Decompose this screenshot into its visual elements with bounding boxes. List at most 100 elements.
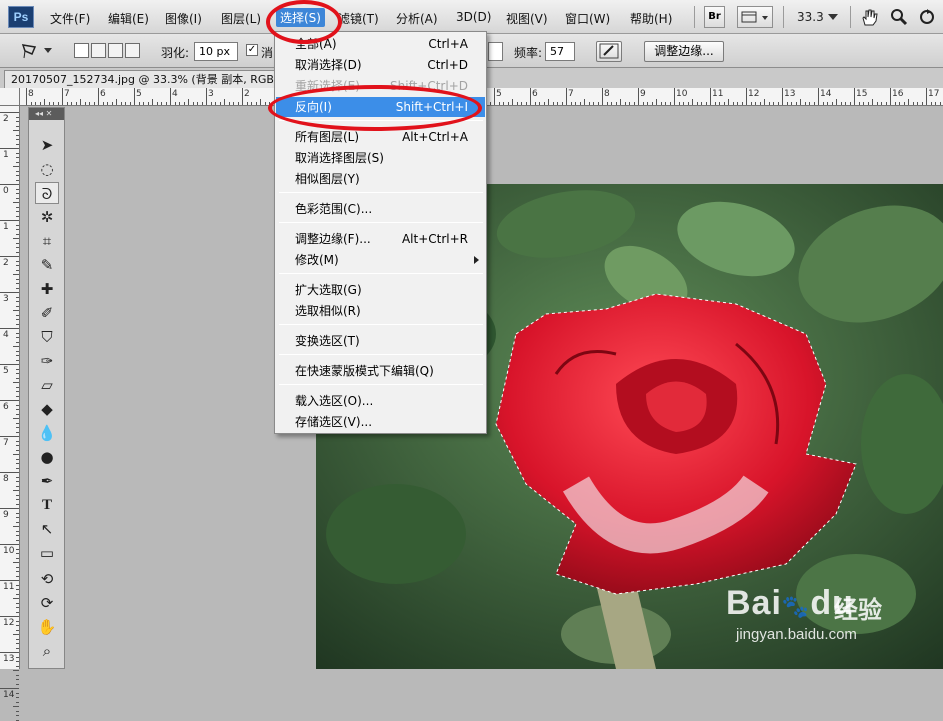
ruler-tick-label: 7	[568, 89, 574, 99]
healing-brush-tool-icon[interactable]: ✚	[35, 278, 59, 300]
ruler-tick	[16, 314, 19, 316]
pen-pressure-button[interactable]	[596, 41, 622, 62]
menu-filter[interactable]: 滤镜(T)	[338, 10, 379, 27]
ruler-origin[interactable]	[0, 88, 20, 106]
menu-view[interactable]: 视图(V)	[506, 10, 548, 27]
eyedropper-tool-icon[interactable]: ✎	[35, 254, 59, 276]
ruler-tick	[16, 283, 19, 284]
menu-item-deselect[interactable]: 取消选择(D) Ctrl+D	[276, 55, 485, 75]
menu-analysis[interactable]: 分析(A)	[396, 10, 438, 27]
zoom-dropdown-icon[interactable]	[828, 14, 838, 22]
menu-item-deselect-layers[interactable]: 取消选择图层(S)	[276, 148, 485, 168]
ruler-tick-label: 5	[136, 89, 142, 99]
subtract-from-selection-button[interactable]	[108, 43, 123, 58]
document-tab[interactable]: 20170507_152734.jpg @ 33.3% (背景 副本, RGB/…	[4, 70, 279, 88]
ruler-tick	[16, 206, 19, 208]
ruler-tick	[30, 102, 32, 105]
ruler-tick	[912, 102, 914, 105]
ruler-tick	[0, 148, 19, 149]
menu-image[interactable]: 图像(I)	[165, 10, 202, 27]
menu-item-quick-mask[interactable]: 在快速蒙版模式下编辑(Q)	[276, 361, 485, 381]
ruler-tick	[674, 88, 675, 105]
menu-file[interactable]: 文件(F)	[50, 10, 90, 27]
eraser-tool-icon[interactable]: ▱	[35, 374, 59, 396]
zoom-level[interactable]: 33.3	[797, 10, 824, 24]
toolbox-header[interactable]: ◂◂ ✕	[29, 108, 64, 120]
ruler-tick	[16, 175, 19, 176]
brush-tool-icon[interactable]: ✐	[35, 302, 59, 324]
bridge-button[interactable]: Br	[704, 6, 725, 28]
menu-item-save-selection[interactable]: 存储选区(V)...	[276, 412, 485, 432]
zoom-tool-icon[interactable]: ⌕	[35, 640, 59, 662]
menu-item-load-selection[interactable]: 载入选区(O)...	[276, 391, 485, 411]
menu-3d[interactable]: 3D(D)	[456, 10, 491, 24]
type-tool-icon[interactable]: T	[35, 494, 59, 516]
ruler-tick	[16, 665, 19, 667]
blur-tool-icon[interactable]: 💧	[35, 422, 59, 444]
view-extras-button[interactable]	[737, 6, 773, 28]
menu-layer[interactable]: 图层(L)	[221, 10, 261, 27]
menu-item-modify[interactable]: 修改(M)	[276, 250, 485, 270]
ruler-tick	[908, 99, 909, 105]
ruler-tick	[16, 530, 19, 532]
zoom-tool-icon[interactable]	[890, 8, 908, 26]
ruler-tick	[62, 88, 63, 105]
tool-preset-dropdown-icon[interactable]	[44, 48, 52, 54]
ruler-tick	[602, 88, 603, 105]
clone-stamp-tool-icon[interactable]: ⛉	[35, 326, 59, 348]
3d-rotate-tool-icon[interactable]: ⟲	[35, 568, 59, 590]
pen-tool-icon[interactable]: ✒	[35, 470, 59, 492]
intersect-selection-button[interactable]	[125, 43, 140, 58]
menu-item-similar-layers[interactable]: 相似图层(Y)	[276, 169, 485, 189]
hand-tool-icon[interactable]: ✋	[35, 616, 59, 638]
ruler-tick-label: 2	[3, 258, 9, 268]
move-tool-icon[interactable]: ➤	[35, 134, 59, 156]
crop-tool-icon[interactable]: ⌗	[35, 230, 59, 252]
menu-window[interactable]: 窗口(W)	[565, 10, 610, 27]
menu-separator	[279, 222, 483, 223]
add-to-selection-button[interactable]	[91, 43, 106, 58]
rotate-view-icon[interactable]	[918, 8, 936, 26]
contrast-input[interactable]	[488, 42, 503, 61]
menu-help[interactable]: 帮助(H)	[630, 10, 672, 27]
ruler-tick	[525, 102, 527, 105]
ruler-tick	[894, 102, 896, 105]
ruler-tick-label: 2	[3, 114, 9, 124]
menu-item-grow[interactable]: 扩大选取(G)	[276, 280, 485, 300]
magic-wand-tool-icon[interactable]: ✲	[35, 206, 59, 228]
ruler-tick	[813, 102, 815, 105]
paint-bucket-tool-icon[interactable]: ◆	[35, 398, 59, 420]
ruler-tick	[0, 544, 19, 545]
3d-orbit-tool-icon[interactable]: ⟳	[35, 592, 59, 614]
annotation-circle-inverse	[268, 85, 482, 131]
new-selection-mode-button[interactable]	[74, 43, 89, 58]
ruler-tick	[683, 102, 684, 105]
ruler-tick	[629, 102, 630, 105]
antialias-checkbox[interactable]: ✓	[246, 44, 258, 56]
ruler-tick	[16, 368, 19, 370]
history-brush-tool-icon[interactable]: ✑	[35, 350, 59, 372]
ruler-tick	[899, 102, 900, 105]
feather-input[interactable]: 10 px	[194, 42, 238, 61]
ruler-tick-label: 9	[3, 510, 9, 520]
ruler-tick	[489, 102, 491, 105]
marquee-tool-icon[interactable]: ◌	[35, 158, 59, 180]
refine-edge-button[interactable]: 调整边缘...	[644, 41, 724, 62]
polygonal-lasso-icon[interactable]	[20, 42, 40, 60]
hand-tool-icon[interactable]	[860, 8, 878, 26]
menu-item-similar[interactable]: 选取相似(R)	[276, 301, 485, 321]
menu-item-color-range[interactable]: 色彩范围(C)...	[276, 199, 485, 219]
lasso-tool-icon[interactable]: ᘐ	[35, 182, 59, 204]
ruler-tick	[16, 566, 19, 568]
shape-tool-icon[interactable]: ▭	[35, 542, 59, 564]
menu-item-refine-edge[interactable]: 调整边缘(F)... Alt+Ctrl+R	[276, 229, 485, 249]
path-selection-tool-icon[interactable]: ↖	[35, 518, 59, 540]
frequency-input[interactable]: 57	[545, 42, 575, 61]
menu-item-transform-selection[interactable]: 变换选区(T)	[276, 331, 485, 351]
ruler-tick	[16, 463, 19, 464]
ruler-tick	[926, 88, 927, 105]
dodge-tool-icon[interactable]: ●	[35, 446, 59, 468]
ruler-tick	[561, 102, 563, 105]
ruler-tick	[543, 102, 545, 105]
menu-edit[interactable]: 编辑(E)	[108, 10, 149, 27]
